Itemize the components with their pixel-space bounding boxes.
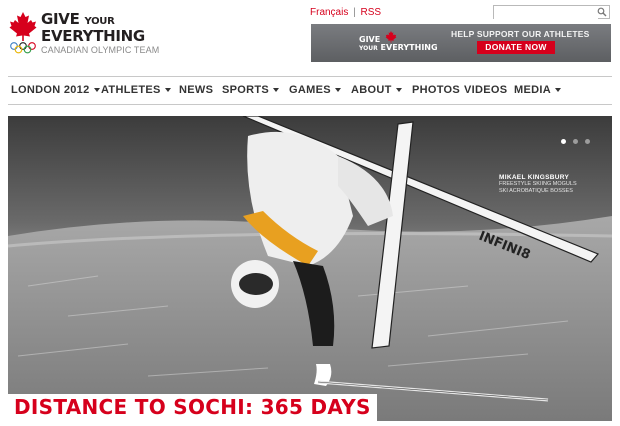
banner-everything: EVERYTHING (380, 43, 438, 52)
nav-label: ATHLETES (101, 84, 161, 96)
banner-help-text: HELP SUPPORT OUR ATHLETES (451, 29, 590, 39)
search-box (493, 5, 610, 22)
banner-maple-leaf-icon (385, 31, 397, 43)
donate-button[interactable]: DONATE NOW (477, 41, 555, 54)
language-links: Français | RSS (310, 7, 381, 18)
nav-sports[interactable]: SPORTS (222, 77, 280, 104)
nav-label: MEDIA (514, 84, 551, 96)
link-separator: | (353, 7, 356, 18)
chevron-down-icon (164, 88, 171, 93)
donate-banner[interactable]: GIVE YOUR EVERYTHING HELP SUPPORT OUR AT… (311, 24, 611, 62)
nav-label: GAMES (289, 84, 331, 96)
search-icon[interactable] (597, 7, 607, 17)
nav-label: LONDON 2012 (11, 84, 90, 96)
search-input[interactable] (494, 10, 598, 22)
nav-photos[interactable]: PHOTOS (412, 77, 460, 104)
nav-london-2012[interactable]: LONDON 2012 (11, 77, 100, 104)
logo-everything: EVERYTHING (41, 27, 145, 45)
nav-label: VIDEOS (464, 84, 508, 96)
hero-photo-aerial-skier: INFINI8 (8, 116, 612, 421)
chevron-down-icon (93, 88, 100, 93)
slide-dot-1[interactable] (561, 139, 566, 144)
banner-give: GIVE (359, 35, 381, 44)
nav-videos[interactable]: VIDEOS (464, 77, 507, 104)
nav-label: ABOUT (351, 84, 392, 96)
nav-about[interactable]: ABOUT (351, 77, 402, 104)
nav-games[interactable]: GAMES (289, 77, 341, 104)
banner-your: YOUR (359, 45, 378, 52)
main-nav: LONDON 2012 ATHLETES NEWS SPORTS GAMES A… (8, 76, 612, 105)
hero-slideshow[interactable]: INFINI8 MIKAEL KINGSBURY FREESTYLE SKIIN… (8, 116, 612, 421)
nav-label: SPORTS (222, 84, 270, 96)
chevron-down-icon (334, 88, 341, 93)
chevron-down-icon (395, 88, 402, 93)
athlete-discipline-fr: SKI ACROBATIQUE BOSSES (499, 188, 573, 194)
nav-athletes[interactable]: ATHLETES (101, 77, 171, 104)
nav-news[interactable]: NEWS (179, 77, 213, 104)
chevron-down-icon (273, 88, 280, 93)
francais-link[interactable]: Français (310, 7, 348, 18)
athlete-name: MIKAEL KINGSBURY (499, 174, 570, 181)
nav-label: NEWS (179, 84, 214, 96)
logo-give: GIVE (41, 10, 80, 28)
slide-indicators (554, 131, 590, 149)
rss-link[interactable]: RSS (361, 7, 382, 18)
slide-dot-2[interactable] (573, 139, 578, 144)
site-logo[interactable]: GIVE YOUR EVERYTHING CANADIAN OLYMPIC TE… (8, 10, 159, 60)
logo-subtitle: CANADIAN OLYMPIC TEAM (41, 45, 160, 55)
maple-leaf-olympic-rings-icon (9, 12, 37, 54)
banner-logo: GIVE YOUR EVERYTHING (359, 31, 439, 56)
slide-dot-3[interactable] (585, 139, 590, 144)
athlete-caption: MIKAEL KINGSBURY FREESTYLE SKIING MOGULS… (499, 174, 577, 195)
nav-label: PHOTOS (412, 84, 461, 96)
sochi-countdown[interactable]: DISTANCE TO SOCHI: 365 DAYS (8, 394, 377, 421)
chevron-down-icon (554, 88, 561, 93)
logo-your: YOUR (84, 16, 115, 27)
athlete-discipline-en: FREESTYLE SKIING MOGULS (499, 181, 577, 187)
nav-media[interactable]: MEDIA (514, 77, 561, 104)
